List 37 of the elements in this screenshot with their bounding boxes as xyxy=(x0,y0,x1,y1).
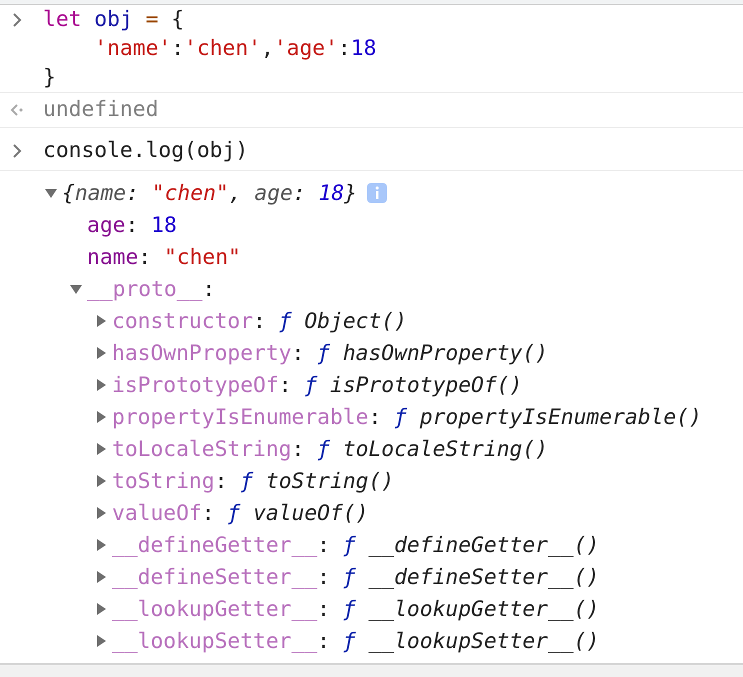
prompt-chevron-icon xyxy=(12,144,22,158)
collapsed-triangle-icon[interactable] xyxy=(94,411,108,423)
code-line: 'name':'chen','age':18 xyxy=(94,36,376,61)
property-entry: toString: ƒ toString() xyxy=(112,468,394,494)
result-text: undefined xyxy=(43,96,158,124)
scrollbar-track[interactable] xyxy=(0,663,743,677)
property-entry: isPrototypeOf: ƒ isPrototypeOf() xyxy=(112,372,522,398)
object-summary: {name: "chen", age: 18} xyxy=(62,180,357,206)
property-entry: valueOf: ƒ valueOf() xyxy=(112,500,368,526)
property-entry: __defineSetter__: ƒ __defineSetter__() xyxy=(112,564,600,590)
expanded-triangle-icon[interactable] xyxy=(69,283,83,295)
code-line: console.log(obj) xyxy=(43,138,248,163)
code-line: let obj = { xyxy=(43,7,184,32)
collapsed-triangle-icon[interactable] xyxy=(94,635,108,647)
property-entry: __defineGetter__: ƒ __defineGetter__() xyxy=(112,532,600,558)
collapsed-triangle-icon[interactable] xyxy=(94,571,108,583)
collapsed-triangle-icon[interactable] xyxy=(94,347,108,359)
property-entry: propertyIsEnumerable: ƒ propertyIsEnumerable() xyxy=(112,404,702,430)
property-entry: constructor: ƒ Object() xyxy=(112,308,407,334)
expanded-triangle-icon[interactable] xyxy=(44,187,58,199)
collapsed-triangle-icon[interactable] xyxy=(94,475,108,487)
collapsed-triangle-icon[interactable] xyxy=(94,443,108,455)
property-entry: toLocaleString: ƒ toLocaleString() xyxy=(112,436,548,462)
code-line: } xyxy=(43,65,56,90)
property-entry: hasOwnProperty: ƒ hasOwnProperty() xyxy=(112,340,548,366)
property-entry: __lookupGetter__: ƒ __lookupGetter__() xyxy=(112,596,600,622)
prompt-chevron-icon xyxy=(12,13,22,27)
collapsed-triangle-icon[interactable] xyxy=(94,539,108,551)
property-entry: name: "chen" xyxy=(87,244,241,270)
property-entry: __lookupSetter__: ƒ __lookupSetter__() xyxy=(112,628,600,654)
return-arrow-icon xyxy=(10,104,24,116)
collapsed-triangle-icon[interactable] xyxy=(94,507,108,519)
collapsed-triangle-icon[interactable] xyxy=(94,379,108,391)
property-entry: age: 18 xyxy=(87,212,177,238)
collapsed-triangle-icon[interactable] xyxy=(94,603,108,615)
collapsed-triangle-icon[interactable] xyxy=(94,315,108,327)
property-entry: __proto__: xyxy=(87,276,216,302)
